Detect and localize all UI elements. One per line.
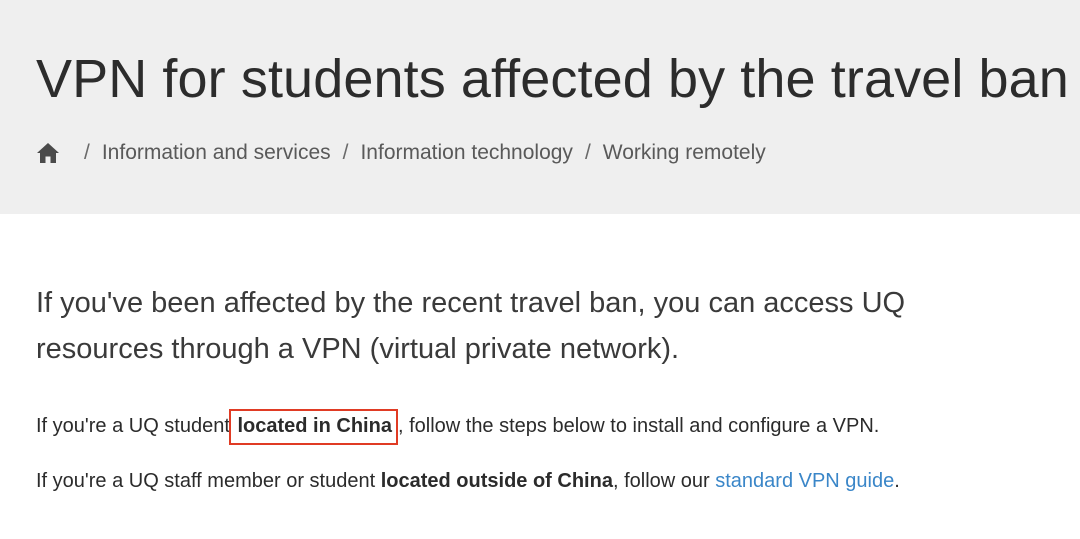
page-header: VPN for students affected by the travel … [0,0,1080,214]
breadcrumb-item-information-technology[interactable]: Information technology [360,141,572,165]
paragraph-text: , follow our [612,470,716,492]
paragraph-text: If you're a UQ staff member or student [36,470,381,492]
breadcrumb-separator: / [584,141,591,164]
outside-china-paragraph: If you're a UQ staff member or student l… [36,466,900,496]
breadcrumb-item-working-remotely[interactable]: Working remotely [603,141,766,165]
lead-paragraph: If you've been affected by the recent tr… [36,287,906,365]
standard-vpn-guide-link[interactable]: standard VPN guide [715,470,894,492]
china-students-paragraph: If you're a UQ student located in China,… [36,409,880,445]
breadcrumb-separator: / [84,141,90,164]
paragraph-text: . [894,470,900,492]
page-title: VPN for students affected by the travel … [36,49,1069,109]
located-in-china-highlight: located in China [229,409,398,445]
paragraph-text: , follow the steps below to install and … [397,415,880,437]
home-icon[interactable] [36,142,60,164]
breadcrumb: / Information and services / Information… [36,138,766,168]
located-outside-china-emphasis: located outside of China [380,470,613,492]
breadcrumb-separator: / [342,141,349,164]
paragraph-text: If you're a UQ student [36,415,236,437]
breadcrumb-item-information-and-services[interactable]: Information and services [102,141,331,165]
